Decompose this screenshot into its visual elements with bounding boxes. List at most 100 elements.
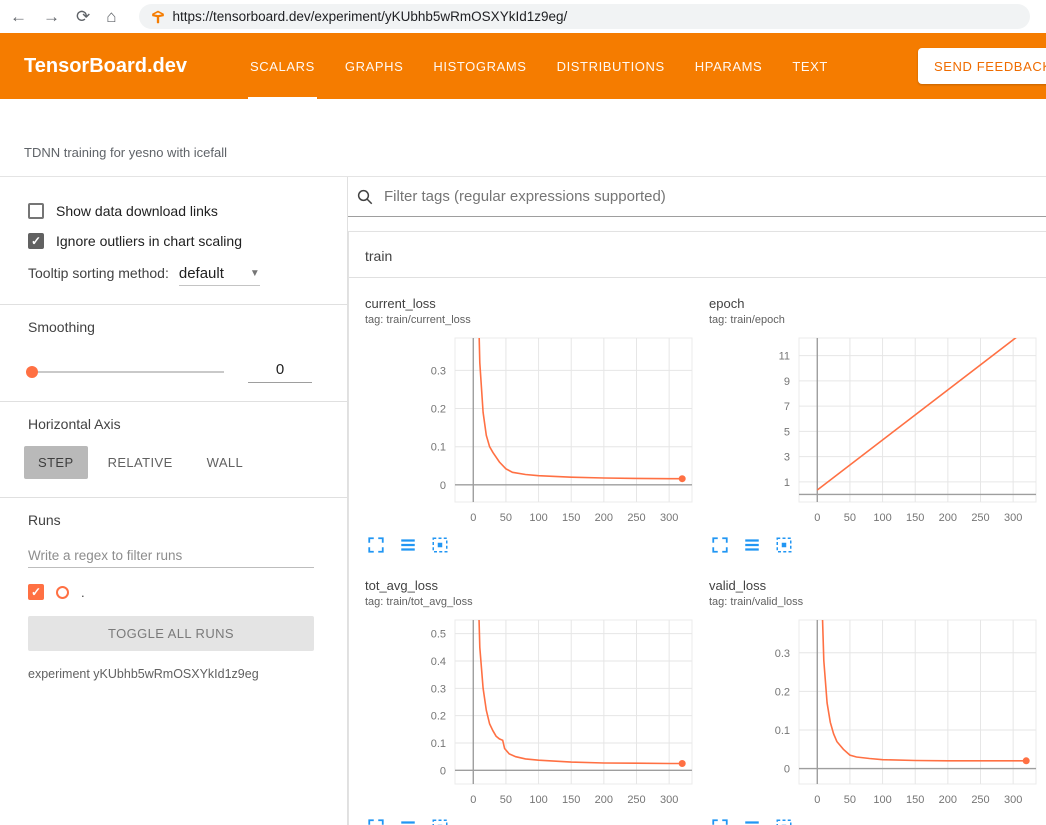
- tooltip-sorting-value: default: [179, 265, 224, 282]
- experiment-title-bar: TDNN training for yesno with icefall: [0, 99, 1046, 177]
- axis-step-button[interactable]: STEP: [24, 446, 88, 479]
- ignore-outliers-checkbox[interactable]: ✓: [28, 233, 44, 249]
- chevron-down-icon: ▼: [250, 268, 260, 279]
- main-nav: SCALARS GRAPHS HISTOGRAMS DISTRIBUTIONS …: [235, 33, 843, 99]
- train-group-header[interactable]: train: [349, 232, 1046, 278]
- chart-toolbar: [365, 528, 701, 558]
- chart-title: tot_avg_loss: [365, 578, 701, 593]
- svg-text:0: 0: [814, 794, 820, 806]
- tab-scalars[interactable]: SCALARS: [235, 33, 330, 99]
- toggle-yaxis-icon[interactable]: [743, 536, 761, 554]
- scalars-content: train current_loss tag: train/current_lo…: [348, 177, 1046, 825]
- tab-graphs[interactable]: GRAPHS: [330, 33, 419, 99]
- svg-text:0.2: 0.2: [431, 711, 446, 723]
- tab-distributions[interactable]: DISTRIBUTIONS: [542, 33, 680, 99]
- tensorboard-logo[interactable]: TensorBoard.dev: [24, 33, 187, 99]
- svg-text:0: 0: [470, 512, 476, 524]
- chart-current-loss: current_loss tag: train/current_loss 050…: [365, 296, 701, 558]
- run-color-swatch[interactable]: [56, 586, 69, 599]
- tag-filter-bar: [348, 177, 1046, 217]
- svg-text:0.3: 0.3: [431, 683, 446, 695]
- smoothing-value[interactable]: 0: [248, 361, 312, 383]
- url-text: https://tensorboard.dev/experiment/yKUbh…: [173, 9, 568, 24]
- svg-text:150: 150: [906, 512, 924, 524]
- svg-text:250: 250: [971, 512, 989, 524]
- toggle-all-runs-button[interactable]: TOGGLE ALL RUNS: [28, 616, 314, 651]
- tab-hparams[interactable]: HPARAMS: [680, 33, 778, 99]
- chart-title: current_loss: [365, 296, 701, 311]
- tensorboard-favicon-icon: [151, 10, 165, 24]
- ignore-outliers-label: Ignore outliers in chart scaling: [56, 233, 242, 249]
- expand-chart-icon[interactable]: [367, 536, 385, 554]
- expand-chart-icon[interactable]: [711, 536, 729, 554]
- toggle-yaxis-icon[interactable]: [399, 818, 417, 825]
- svg-text:100: 100: [873, 512, 891, 524]
- fit-domain-icon[interactable]: [431, 818, 449, 825]
- horizontal-axis-label: Horizontal Axis: [28, 416, 313, 432]
- valid-loss-plot[interactable]: 05010015020025030000.10.20.3: [709, 614, 1045, 810]
- svg-text:50: 50: [500, 512, 512, 524]
- settings-sidebar: Show data download links ✓ Ignore outlie…: [0, 177, 348, 825]
- svg-text:0.1: 0.1: [431, 738, 446, 750]
- show-download-links-label: Show data download links: [56, 203, 218, 219]
- current-loss-plot[interactable]: 05010015020025030000.10.20.3: [365, 332, 701, 528]
- svg-text:50: 50: [844, 794, 856, 806]
- run-name: .: [81, 585, 85, 600]
- tot-avg-loss-plot[interactable]: 05010015020025030000.10.20.30.40.5: [365, 614, 701, 810]
- train-group-card: train current_loss tag: train/current_lo…: [348, 231, 1046, 825]
- svg-text:3: 3: [784, 452, 790, 464]
- axis-relative-button[interactable]: RELATIVE: [94, 446, 187, 479]
- expand-chart-icon[interactable]: [711, 818, 729, 825]
- toggle-yaxis-icon[interactable]: [399, 536, 417, 554]
- toggle-yaxis-icon[interactable]: [743, 818, 761, 825]
- svg-text:0: 0: [784, 764, 790, 776]
- runs-filter-input[interactable]: [28, 544, 314, 568]
- svg-text:300: 300: [660, 512, 678, 524]
- smoothing-slider[interactable]: [28, 371, 224, 373]
- app-header: TensorBoard.dev SCALARS GRAPHS HISTOGRAM…: [0, 33, 1046, 99]
- smoothing-slider-knob[interactable]: [26, 366, 38, 378]
- svg-text:200: 200: [595, 794, 613, 806]
- svg-text:250: 250: [627, 794, 645, 806]
- svg-text:250: 250: [627, 512, 645, 524]
- svg-text:0: 0: [470, 794, 476, 806]
- fit-domain-icon[interactable]: [775, 536, 793, 554]
- svg-text:0.4: 0.4: [431, 656, 446, 668]
- runs-label: Runs: [28, 512, 313, 528]
- chart-epoch: epoch tag: train/epoch 05010015020025030…: [709, 296, 1045, 558]
- svg-text:300: 300: [1004, 794, 1022, 806]
- run-checkbox[interactable]: ✓: [28, 584, 44, 600]
- fit-domain-icon[interactable]: [775, 818, 793, 825]
- home-icon[interactable]: ⌂: [106, 8, 116, 25]
- tooltip-sorting-select[interactable]: default ▼: [179, 265, 260, 286]
- svg-text:7: 7: [784, 401, 790, 413]
- expand-chart-icon[interactable]: [367, 818, 385, 825]
- reload-icon[interactable]: ⟳: [76, 8, 90, 25]
- smoothing-label: Smoothing: [28, 319, 313, 335]
- chart-tag: tag: train/tot_avg_loss: [365, 596, 701, 608]
- fit-domain-icon[interactable]: [431, 536, 449, 554]
- chart-tot-avg-loss: tot_avg_loss tag: train/tot_avg_loss 0 50…: [365, 578, 701, 825]
- tab-text[interactable]: TEXT: [777, 33, 843, 99]
- address-bar[interactable]: https://tensorboard.dev/experiment/yKUbh…: [139, 4, 1030, 29]
- forward-icon[interactable]: →: [43, 8, 60, 25]
- tag-filter-input[interactable]: [384, 188, 1046, 205]
- tab-histograms[interactable]: HISTOGRAMS: [418, 33, 541, 99]
- back-icon[interactable]: ←: [10, 8, 27, 25]
- svg-text:50: 50: [500, 794, 512, 806]
- svg-text:0.3: 0.3: [431, 365, 446, 377]
- show-download-links-checkbox[interactable]: [28, 203, 44, 219]
- charts-grid: current_loss tag: train/current_loss 050…: [349, 278, 1046, 825]
- chart-tag: tag: train/valid_loss: [709, 596, 1045, 608]
- svg-text:0.1: 0.1: [775, 725, 790, 737]
- svg-text:100: 100: [873, 794, 891, 806]
- svg-text:0.5: 0.5: [431, 629, 446, 641]
- epoch-plot[interactable]: 0501001502002503001357911: [709, 332, 1045, 528]
- send-feedback-button[interactable]: SEND FEEDBACK: [918, 48, 1046, 84]
- svg-text:0.2: 0.2: [431, 404, 446, 416]
- axis-wall-button[interactable]: WALL: [193, 446, 258, 479]
- svg-text:200: 200: [595, 512, 613, 524]
- run-row: ✓ .: [28, 584, 313, 600]
- svg-text:0: 0: [440, 480, 446, 492]
- svg-text:150: 150: [562, 512, 580, 524]
